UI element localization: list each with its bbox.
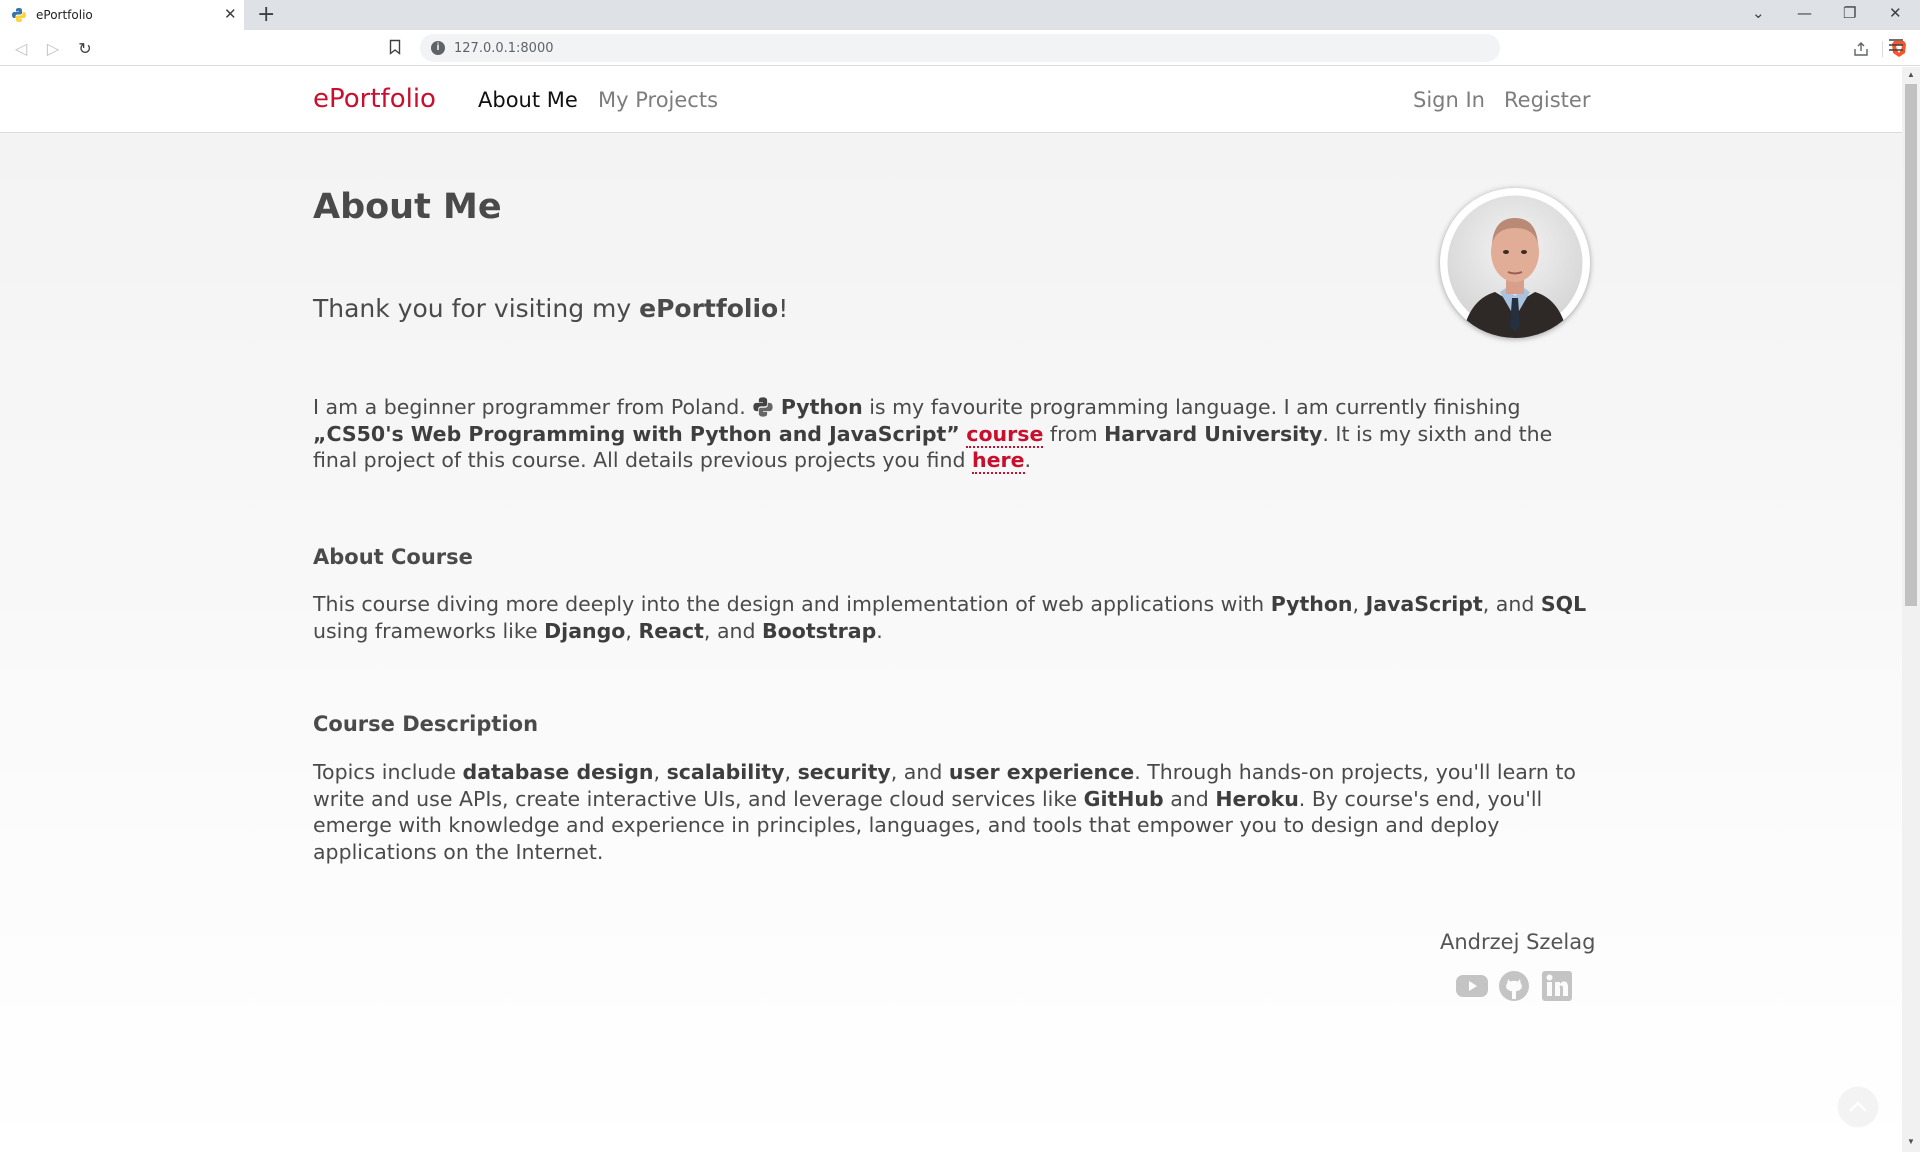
desc-heroku: Heroku — [1215, 786, 1299, 811]
desc-sep-2: , — [784, 760, 798, 784]
about-text-3: . — [876, 618, 883, 643]
nav-sign-in[interactable]: Sign In — [1413, 88, 1485, 112]
desc-sep-1: , — [653, 760, 667, 784]
bookmark-icon[interactable] — [389, 39, 401, 55]
github-icon[interactable] — [1497, 969, 1531, 1001]
intro-text-3: from — [1043, 421, 1105, 446]
about-javascript: JavaScript — [1365, 592, 1483, 616]
linkedin-icon[interactable] — [1540, 969, 1574, 1001]
browser-toolbar: ◁ ▷ ↻ i 127.0.0.1:8000 — [0, 30, 1920, 66]
desc-security: security — [797, 760, 891, 784]
desc-ux: user experience — [948, 760, 1135, 784]
welcome-bold: ePortfolio — [639, 294, 779, 323]
browser-tab[interactable]: ePortfolio ✕ — [0, 0, 244, 30]
welcome-text: Thank you for visiting my ePortfolio! — [313, 294, 788, 323]
page: ePortfolio About Me My Projects Sign In … — [0, 67, 1902, 1152]
reload-icon[interactable]: ↻ — [75, 38, 95, 58]
forward-icon[interactable]: ▷ — [43, 38, 63, 58]
course-description-heading: Course Description — [313, 712, 539, 736]
share-icon[interactable] — [1853, 42, 1869, 56]
nav-register[interactable]: Register — [1504, 88, 1590, 112]
python-icon — [753, 397, 773, 417]
nav-my-projects[interactable]: My Projects — [598, 88, 718, 112]
about-sep-2: , and — [1482, 592, 1541, 616]
back-icon[interactable]: ◁ — [11, 38, 31, 58]
intro-course-name: „CS50's Web Programming with Python and … — [313, 421, 960, 446]
intro-text-2: is my favourite programming language. I … — [862, 395, 1521, 419]
profile-avatar — [1440, 188, 1590, 338]
about-text-2: using frameworks like — [313, 618, 545, 643]
site-info-icon[interactable]: i — [431, 41, 445, 55]
about-python: Python — [1270, 592, 1353, 616]
minimize-button[interactable]: — — [1797, 4, 1812, 22]
browser-tab-bar: ePortfolio ✕ + ⌄ — ❐ ✕ — [0, 0, 1920, 30]
desc-database: database design — [462, 760, 654, 784]
chevron-up-icon — [1849, 1101, 1867, 1112]
welcome-prefix: Thank you for visiting my — [313, 294, 640, 323]
previous-projects-link[interactable]: here — [971, 448, 1025, 475]
url-text[interactable]: 127.0.0.1:8000 — [454, 41, 554, 56]
intro-paragraph: I am a beginner programmer from Poland. … — [313, 394, 1590, 475]
course-description-paragraph: Topics include database design, scalabil… — [313, 759, 1590, 866]
address-separator — [1882, 41, 1883, 57]
about-course-paragraph: This course diving more deeply into the … — [313, 591, 1590, 644]
scrollbar-thumb[interactable] — [1905, 84, 1917, 606]
course-link[interactable]: course — [966, 421, 1044, 448]
new-tab-button[interactable]: + — [257, 2, 275, 27]
tab-search-icon[interactable]: ⌄ — [1752, 4, 1765, 22]
browser-menu-icon[interactable] — [1888, 38, 1904, 52]
site-navbar: ePortfolio About Me My Projects Sign In … — [0, 67, 1902, 133]
page-title: About Me — [313, 187, 502, 227]
tab-title: ePortfolio — [36, 8, 93, 22]
nav-about-me[interactable]: About Me — [478, 88, 578, 112]
about-bootstrap: Bootstrap — [762, 618, 877, 643]
portrait-image — [1442, 190, 1588, 338]
author-name: Andrzej Szelag — [1440, 930, 1596, 954]
desc-scalability: scalability — [666, 760, 785, 784]
back-to-top-button[interactable] — [1838, 1087, 1878, 1127]
about-react: React — [638, 618, 704, 643]
close-window-button[interactable]: ✕ — [1889, 4, 1902, 22]
intro-python: Python — [780, 395, 863, 419]
youtube-icon[interactable] — [1455, 969, 1489, 1001]
about-sep-1: , — [1352, 592, 1366, 616]
welcome-suffix: ! — [778, 294, 789, 323]
desc-text-1: Topics include — [313, 760, 463, 784]
page-scrollbar[interactable]: ▲ ▼ — [1902, 67, 1920, 1152]
tab-close-icon[interactable]: ✕ — [224, 5, 237, 23]
desc-sep-4: and — [1163, 786, 1216, 811]
restore-button[interactable]: ❐ — [1843, 4, 1856, 22]
about-sep-3: , — [625, 618, 639, 643]
about-text-1: This course diving more deeply into the … — [313, 592, 1271, 616]
scroll-up-arrow-icon[interactable]: ▲ — [1907, 70, 1915, 79]
about-sep-4: , and — [703, 618, 763, 643]
about-django: Django — [544, 618, 626, 643]
intro-university: Harvard University — [1104, 421, 1323, 446]
about-sql: SQL — [1540, 592, 1587, 616]
intro-text-1: I am a beginner programmer from Poland. — [313, 395, 753, 419]
desc-github: GitHub — [1083, 786, 1164, 811]
address-bar[interactable]: i 127.0.0.1:8000 — [420, 34, 1906, 62]
python-favicon-icon — [12, 8, 26, 22]
about-course-heading: About Course — [313, 545, 473, 569]
scroll-down-arrow-icon[interactable]: ▼ — [1907, 1137, 1915, 1146]
intro-text-5: . — [1024, 448, 1032, 473]
desc-sep-3: , and — [890, 760, 949, 784]
brand-link[interactable]: ePortfolio — [313, 84, 436, 114]
